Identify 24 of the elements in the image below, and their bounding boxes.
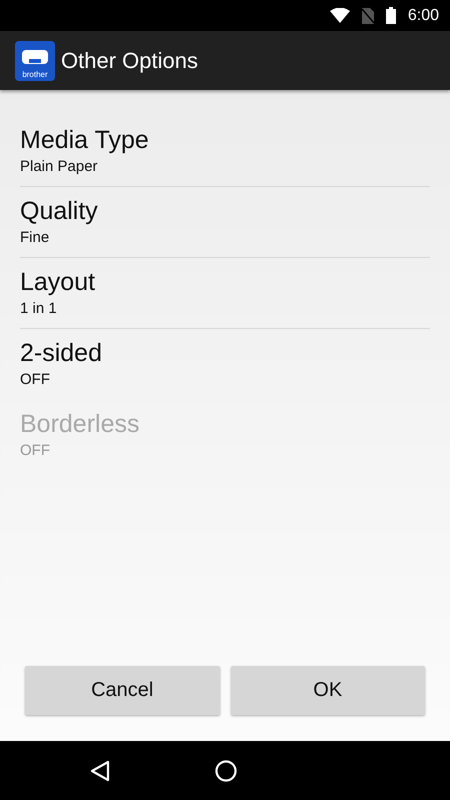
option-item[interactable]: Media Type Plain Paper [20, 116, 430, 187]
wifi-icon [330, 8, 350, 23]
option-item[interactable]: 2-sided OFF [20, 329, 430, 400]
option-value: Fine [20, 228, 50, 248]
back-icon[interactable] [90, 760, 110, 782]
option-item[interactable]: Layout 1 in 1 [20, 258, 430, 329]
option-item[interactable]: Quality Fine [20, 187, 430, 258]
option-value: 1 in 1 [20, 299, 57, 319]
dialog-button[interactable]: OK [230, 666, 425, 715]
clock: 6:00 [408, 6, 439, 24]
option-value: Plain Paper [20, 157, 98, 177]
option-title: Media Type [20, 125, 149, 155]
screen-title: Other Options [61, 48, 198, 74]
battery-icon [386, 7, 396, 24]
option-title: 2-sided [20, 338, 102, 368]
option-value: OFF [20, 370, 50, 390]
app-icon: brother [15, 40, 55, 80]
option-title: Quality [20, 196, 98, 226]
dialog-button[interactable]: Cancel [25, 666, 220, 715]
option-title: Borderless [20, 409, 140, 439]
home-icon[interactable] [215, 760, 237, 782]
option-title: Layout [20, 267, 96, 297]
no-sim-icon [362, 8, 374, 24]
option-value: OFF [20, 441, 50, 461]
